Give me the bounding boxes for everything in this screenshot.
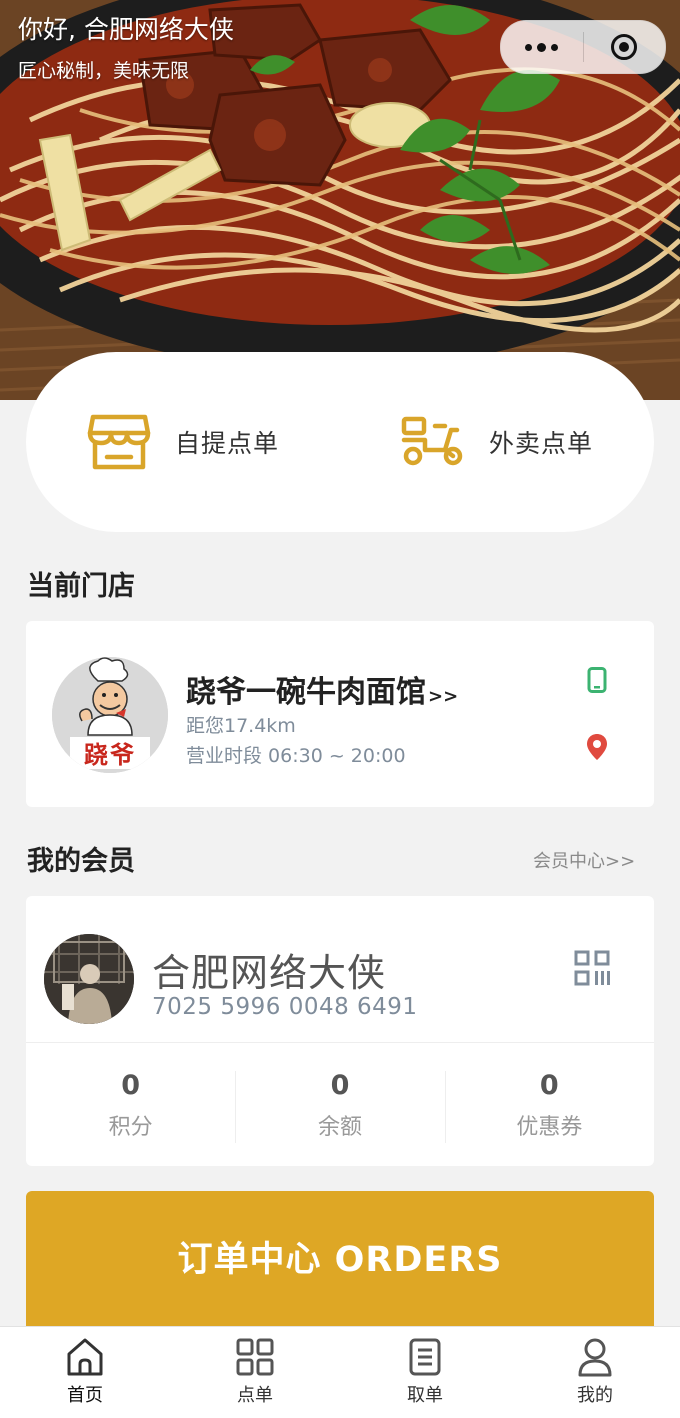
call-store-button[interactable] xyxy=(587,667,607,697)
balance-value: 0 xyxy=(330,1070,350,1101)
bottom-tab-bar: 首页 点单 取单 我的 xyxy=(0,1326,680,1418)
receipt-icon xyxy=(409,1338,441,1376)
tab-order[interactable]: 点单 xyxy=(170,1327,340,1418)
my-member-title: 我的会员 xyxy=(27,846,135,877)
delivery-order-label: 外卖点单 xyxy=(488,429,593,458)
miniprogram-capsule xyxy=(500,20,666,74)
tab-order-label: 点单 xyxy=(237,1385,273,1406)
tab-pickup[interactable]: 取单 xyxy=(340,1327,510,1418)
member-name: 合肥网络大侠 xyxy=(152,951,387,995)
member-stats: 0 积分 0 余额 0 优惠券 xyxy=(26,1042,654,1167)
order-mode-card: 自提点单 外卖点单 xyxy=(26,352,654,532)
points-value: 0 xyxy=(121,1070,141,1101)
target-icon xyxy=(611,34,638,60)
store-location-button[interactable] xyxy=(586,733,608,765)
home-icon xyxy=(67,1338,103,1376)
location-pin-icon xyxy=(587,734,607,760)
member-code-button[interactable] xyxy=(574,950,610,990)
store-logo: 跷爷 xyxy=(52,657,168,773)
scooter-icon xyxy=(401,416,463,466)
slogan-text: 匠心秘制，美味无限 xyxy=(18,60,190,82)
store-name-text: 跷爷一碗牛肉面馆 xyxy=(186,675,426,710)
tab-home[interactable]: 首页 xyxy=(0,1327,170,1418)
user-icon xyxy=(578,1338,612,1377)
phone-icon xyxy=(587,667,607,693)
more-dots-icon xyxy=(525,42,559,52)
balance-label: 余额 xyxy=(317,1115,362,1140)
storefront-icon xyxy=(87,414,151,470)
coupons-value: 0 xyxy=(539,1070,559,1101)
points-stat[interactable]: 0 积分 xyxy=(26,1069,235,1141)
store-name-arrow: >> xyxy=(428,686,459,707)
tab-mine-label: 我的 xyxy=(577,1385,613,1406)
member-card: 合肥网络大侠 7025 5996 0048 6491 0 积分 0 余额 0 优… xyxy=(26,896,654,1166)
avatar[interactable] xyxy=(44,934,134,1024)
pickup-order-label: 自提点单 xyxy=(174,429,279,458)
coupons-label: 优惠券 xyxy=(516,1115,583,1140)
delivery-order-button[interactable]: 外卖点单 xyxy=(401,416,593,468)
tab-pickup-label: 取单 xyxy=(407,1385,443,1406)
pickup-order-button[interactable]: 自提点单 xyxy=(87,413,279,471)
store-distance: 距您17.4km xyxy=(186,715,296,737)
grid-icon xyxy=(236,1338,274,1376)
points-label: 积分 xyxy=(108,1115,153,1140)
balance-stat[interactable]: 0 余额 xyxy=(235,1069,444,1143)
more-button[interactable] xyxy=(501,21,583,73)
member-number: 7025 5996 0048 6491 xyxy=(152,994,418,1020)
order-center-button[interactable]: 订单中心 ORDERS xyxy=(26,1191,654,1331)
order-center-label: 订单中心 ORDERS xyxy=(177,1239,503,1280)
tab-mine[interactable]: 我的 xyxy=(510,1327,680,1418)
store-card[interactable]: 跷爷 跷爷一碗牛肉面馆 >> 距您17.4km 营业时段 06:30 ~ 20:0… xyxy=(26,621,654,807)
store-logo-text: 跷爷 xyxy=(84,740,136,769)
store-name[interactable]: 跷爷一碗牛肉面馆 >> xyxy=(186,667,458,711)
qr-code-icon xyxy=(574,950,610,986)
store-hours: 营业时段 06:30 ~ 20:00 xyxy=(186,745,406,767)
member-center-link[interactable]: 会员中心>> xyxy=(533,847,635,873)
coupons-stat[interactable]: 0 优惠券 xyxy=(444,1069,654,1143)
hero-banner: 你好, 合肥网络大侠 匠心秘制，美味无限 xyxy=(0,0,680,400)
tab-home-label: 首页 xyxy=(67,1385,103,1406)
close-miniprogram-button[interactable] xyxy=(584,21,666,73)
greeting-text: 你好, 合肥网络大侠 xyxy=(18,15,234,44)
current-store-title: 当前门店 xyxy=(27,571,135,602)
